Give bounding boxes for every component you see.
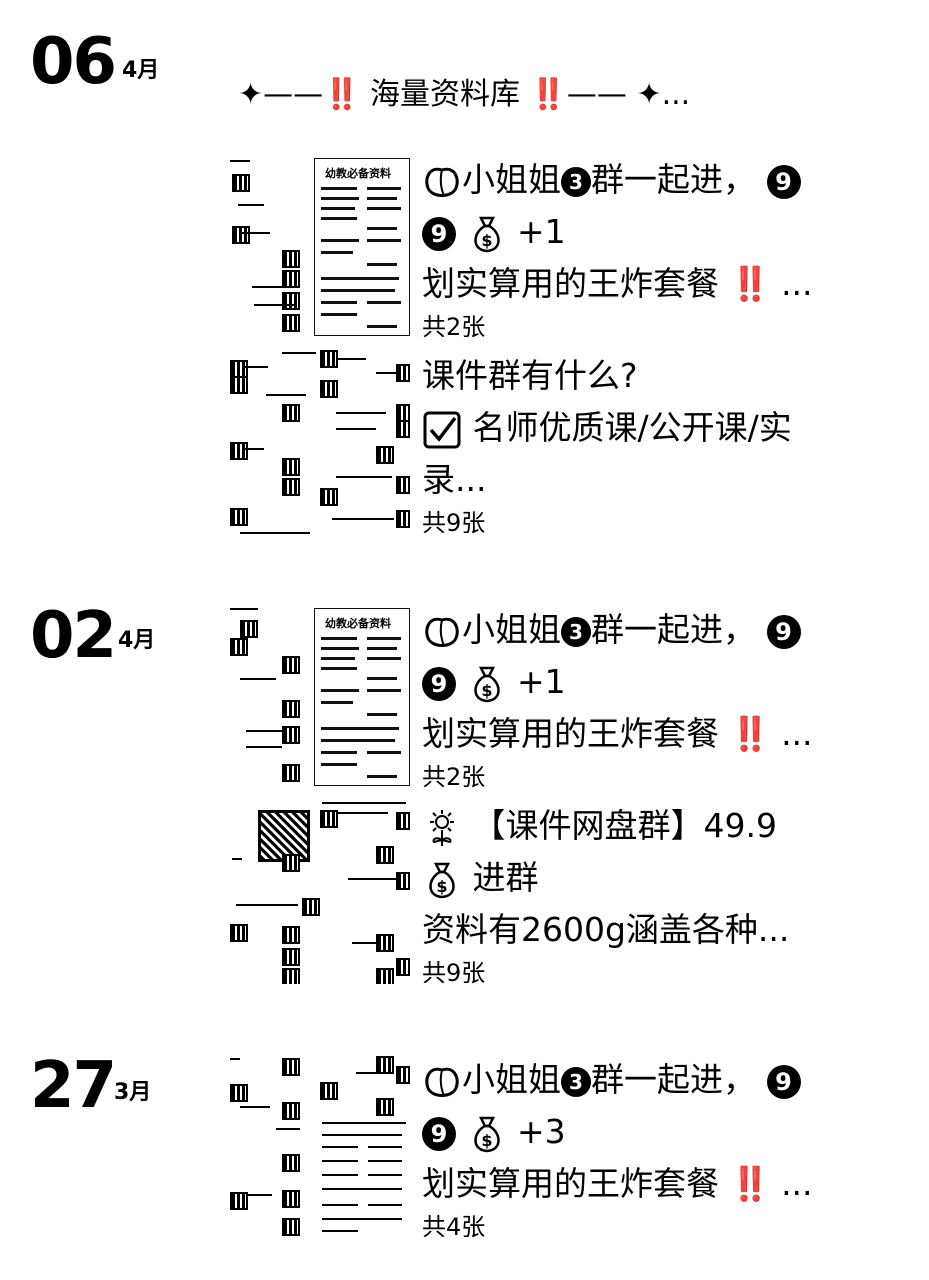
post-line-2: 9 +1 [422,656,916,708]
post-line-3: 划实算用的王炸套餐 ‼️ ... [422,1164,813,1203]
post-thumbnail[interactable] [226,1054,410,1238]
post-line-2: 进群 [422,852,916,904]
post-line-text: 【课件网盘群】49.9 [472,806,777,845]
image-count: 共9张 [422,959,486,987]
image-count: 共9张 [422,509,486,537]
post-line-text: +1 [517,662,566,701]
document-image: 幼教必备资料 [314,158,410,336]
circled-9-icon: 9 [422,1116,456,1151]
thumbnail-title: 幼教必备资料 [325,617,391,630]
post-text: 【课件网盘群】49.9 进群 资料有2600g涵盖各种... 共9张 [422,800,916,990]
post-item[interactable]: 【课件网盘群】49.9 进群 资料有2600g涵盖各种... 共9张 [226,800,916,990]
circled-3-icon: 3 [561,616,591,647]
post-thumbnail[interactable] [226,800,410,984]
post-line-2: 名师优质课/公开课/实 [422,402,916,454]
circled-3-icon: 3 [561,166,591,197]
peach-icon [422,1062,462,1102]
image-count: 共4张 [422,1213,486,1241]
post-text: 小姐姐 3 群一起进， 9 9 +1 划实算用的王炸套餐 ‼️ ... 共2张 [422,154,916,344]
thumbnail-title: 幼教必备资料 [325,167,391,180]
post-line-text: 小姐姐 [462,1060,561,1099]
post-line-1: 小姐姐 3 群一起进， 9 [422,154,916,206]
money-bag-icon [422,860,462,900]
date-month: 3月 [114,1080,152,1105]
post-line-text: 群一起进， [591,610,756,649]
post-line-2: 9 +3 [422,1106,916,1158]
post-line-text: 名师优质课/公开课/实 [472,408,792,447]
date-day: 06 [30,25,117,99]
post-line-2: 9 +1 [422,206,916,258]
post-line-text: 小姐姐 [462,160,561,199]
post-line-1: 课件群有什么? [422,356,638,395]
peach-icon [422,162,462,202]
post-text: 小姐姐 3 群一起进， 9 9 +1 划实算用的王炸套餐 ‼️ ... 共2张 [422,604,916,794]
post-line-3: 划实算用的王炸套餐 ‼️ ... [422,264,813,303]
post-thumbnail[interactable] [226,350,410,534]
peach-icon [422,612,462,652]
text-post-label: ✦——‼️ 海量资料库 ‼️—— ✦... [238,77,691,112]
post-line-text: 群一起进， [591,160,756,199]
post-line-3: 资料有2600g涵盖各种... [422,910,790,949]
post-item[interactable]: 小姐姐 3 群一起进， 9 9 +3 划实算用的王炸套餐 ‼️ ... 共4张 [226,1054,916,1244]
post-line-1: 小姐姐 3 群一起进， 9 [422,604,916,656]
circled-9-icon: 9 [422,216,456,251]
money-bag-icon [467,1114,507,1154]
post-text: 课件群有什么? 名师优质课/公开课/实 录... 共9张 [422,350,916,540]
post-item[interactable]: 课件群有什么? 名师优质课/公开课/实 录... 共9张 [226,350,916,540]
circled-9-icon: 9 [766,614,801,649]
post-item[interactable]: 幼教必备资料 小姐姐 3 群一起进， 9 9 +1 划实算用的王炸套餐 ‼️ .… [226,154,916,344]
post-line-text: 进群 [472,858,539,897]
money-bag-icon [467,214,507,254]
post-line-1: 小姐姐 3 群一起进， 9 [422,1054,916,1106]
checkbox-icon [422,410,462,450]
post-thumbnail[interactable]: 幼教必备资料 [226,154,410,338]
image-count: 共2张 [422,763,486,791]
circled-9-icon: 9 [766,164,801,199]
circled-3-icon: 3 [561,1066,591,1097]
post-text: 小姐姐 3 群一起进， 9 9 +3 划实算用的王炸套餐 ‼️ ... 共4张 [422,1054,916,1244]
post-line-text: +1 [517,212,566,251]
date-month: 4月 [122,58,160,83]
image-count: 共2张 [422,313,486,341]
post-line-text: 小姐姐 [462,610,561,649]
circled-9-icon: 9 [766,1064,801,1099]
post-line-1: 【课件网盘群】49.9 [422,800,916,852]
flower-icon [422,808,462,848]
post-line-text: +3 [517,1112,566,1151]
money-bag-icon [467,664,507,704]
post-item[interactable]: 幼教必备资料 小姐姐 3 群一起进， 9 9 +1 划实算用的王炸套餐 ‼️ .… [226,604,916,794]
post-line-text: 群一起进， [591,1060,756,1099]
post-thumbnail[interactable]: 幼教必备资料 [226,604,410,788]
post-line-3: 划实算用的王炸套餐 ‼️ ... [422,714,813,753]
date-month: 4月 [118,628,156,653]
date-day: 02 [30,599,117,673]
text-post[interactable]: ✦——‼️ 海量资料库 ‼️—— ✦... [238,76,690,114]
circled-9-icon: 9 [422,666,456,701]
date-day: 27 [30,1049,117,1123]
post-line-3: 录... [422,460,487,499]
document-image: 幼教必备资料 [314,608,410,786]
